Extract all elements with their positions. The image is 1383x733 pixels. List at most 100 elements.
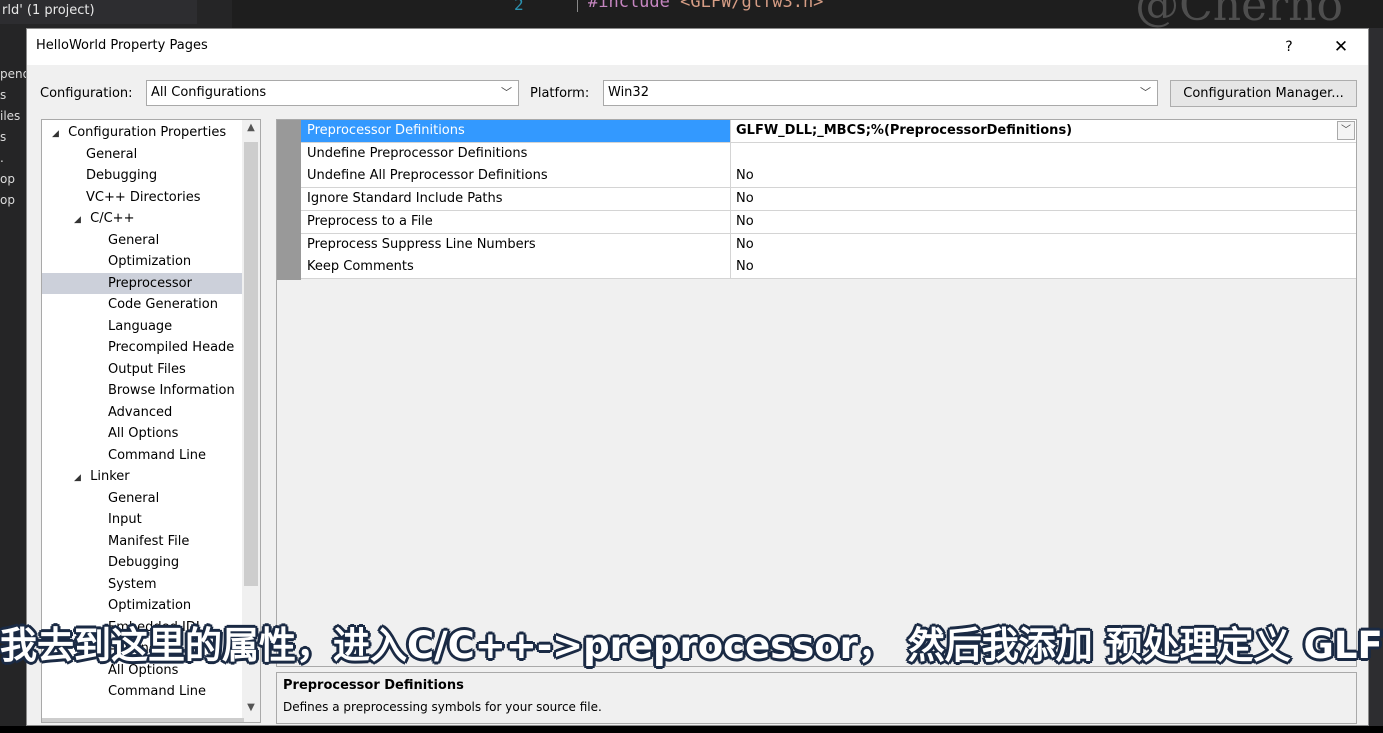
- solution-explorer-item: iles: [0, 109, 21, 123]
- scroll-down-icon[interactable]: ▼: [242, 702, 260, 713]
- tree-item-label: Preprocessor: [108, 275, 192, 291]
- channel-watermark: @Cherno: [1135, 0, 1343, 28]
- tree-item[interactable]: General: [42, 488, 260, 509]
- tree-item[interactable]: Input: [42, 509, 260, 530]
- configuration-dropdown[interactable]: All Configurations ﹀: [146, 80, 519, 106]
- property-row[interactable]: Undefine Preprocessor Definitions: [301, 142, 1356, 166]
- tree-item[interactable]: ◢ C/C++: [42, 208, 260, 229]
- tree-item[interactable]: General: [42, 230, 260, 251]
- solution-explorer-item: s: [0, 88, 7, 102]
- tree-item-label: Linker: [90, 469, 130, 484]
- platform-dropdown[interactable]: Win32 ﹀: [603, 80, 1158, 106]
- tree-item[interactable]: General: [42, 144, 260, 165]
- tree-item-label: Command Line: [108, 684, 207, 699]
- scroll-up-icon[interactable]: ▲: [242, 122, 260, 133]
- tree-item[interactable]: Language: [42, 316, 260, 337]
- tree-item[interactable]: Precompiled Heade: [42, 337, 260, 358]
- tree-item-label: Optimization: [108, 598, 192, 613]
- solution-explorer-item: s: [0, 130, 7, 144]
- tree-item[interactable]: Optimization: [42, 251, 260, 272]
- tree-horizontal-scrollbar[interactable]: [42, 718, 244, 722]
- tree-item-label: General: [108, 232, 160, 248]
- expand-arrow-icon[interactable]: ◢: [74, 468, 86, 487]
- tree-item[interactable]: Advanced: [42, 402, 260, 423]
- tree-item-label: General: [108, 490, 160, 506]
- solution-explorer-label: rld' (1 project): [0, 0, 197, 24]
- tree-item[interactable]: Code Generation: [42, 294, 260, 315]
- description-panel: Preprocessor Definitions Defines a prepr…: [276, 672, 1357, 724]
- platform-label: Platform:: [530, 86, 590, 101]
- platform-value: Win32: [608, 85, 649, 100]
- property-value[interactable]: No: [731, 165, 1356, 187]
- tree-item[interactable]: Manifest File: [42, 531, 260, 552]
- tree-item-label: Debugging: [86, 168, 158, 183]
- tree-item-label: System: [108, 576, 157, 592]
- tree-item-label: Input: [108, 512, 142, 527]
- chevron-down-icon: ﹀: [1140, 86, 1151, 99]
- video-bottom-bar: [0, 726, 1383, 733]
- tree-item[interactable]: Browse Information: [42, 380, 260, 401]
- line-number: 2: [514, 0, 524, 14]
- tree-item-label: Precompiled Heade: [108, 340, 235, 355]
- property-name: Preprocess Suppress Line Numbers: [301, 233, 731, 256]
- tree-item-label: Manifest File: [108, 533, 190, 549]
- tree-item[interactable]: System: [42, 574, 260, 595]
- property-name: Preprocess to a File: [301, 210, 731, 233]
- tree-item[interactable]: ◢ Linker: [42, 466, 260, 487]
- tree-item-label: Language: [108, 318, 173, 334]
- property-row[interactable]: Preprocessor Definitions GLFW_DLL;_MBCS;%…: [301, 120, 1356, 143]
- property-name: Undefine All Preprocessor Definitions: [301, 165, 731, 188]
- tree-item-label: Command Line: [108, 447, 207, 463]
- tree-item[interactable]: Optimization: [42, 595, 260, 616]
- tree-item[interactable]: VC++ Directories: [42, 187, 260, 208]
- tree-item-label: Output Files: [108, 361, 186, 377]
- expand-arrow-icon[interactable]: ◢: [74, 210, 86, 229]
- tree-item-label: C/C++: [90, 211, 135, 226]
- tree-item-label: Configuration Properties: [68, 125, 227, 140]
- tree-item[interactable]: ◢ Configuration Properties: [42, 122, 250, 143]
- tree-item[interactable]: Output Files: [42, 359, 260, 380]
- property-row[interactable]: Preprocess to a File No: [301, 210, 1356, 234]
- property-value[interactable]: No: [731, 256, 1356, 278]
- tree-item-label: Optimization: [108, 254, 192, 269]
- tree-item-label: Debugging: [108, 555, 180, 570]
- description-title: Preprocessor Definitions: [283, 678, 464, 693]
- tree-scroll-thumb[interactable]: [244, 142, 258, 586]
- tree-item-label: Code Generation: [108, 297, 218, 312]
- tree-item-label: Browse Information: [108, 383, 235, 398]
- chevron-down-icon[interactable]: ﹀: [1337, 121, 1355, 140]
- property-name: Preprocessor Definitions: [301, 120, 731, 142]
- property-row[interactable]: Preprocess Suppress Line Numbers No: [301, 233, 1356, 257]
- property-name: Keep Comments: [301, 256, 731, 279]
- code-keyword: #include: [588, 0, 670, 12]
- code-line: #include <GLFW/glfw3.h>: [577, 0, 823, 12]
- property-value[interactable]: No: [731, 234, 1356, 256]
- configuration-manager-button[interactable]: Configuration Manager...: [1170, 80, 1357, 107]
- dialog-title: HelloWorld Property Pages: [36, 38, 208, 53]
- close-button[interactable]: ✕: [1329, 35, 1353, 59]
- property-value[interactable]: GLFW_DLL;_MBCS;%(PreprocessorDefinitions…: [731, 120, 1356, 142]
- video-subtitle: 我去到这里的属性，进入C/C++->preprocessor， 然后我添加 预处…: [0, 624, 1383, 667]
- chevron-down-icon: ﹀: [501, 86, 512, 99]
- property-name: Ignore Standard Include Paths: [301, 188, 731, 211]
- tree-item[interactable]: All Options: [42, 423, 260, 444]
- dialog-titlebar: HelloWorld Property Pages ? ✕: [27, 29, 1368, 65]
- solution-explorer-item: op: [0, 193, 15, 207]
- property-name: Undefine Preprocessor Definitions: [301, 142, 731, 165]
- property-value[interactable]: No: [731, 188, 1356, 210]
- configuration-label: Configuration:: [40, 86, 133, 101]
- property-row[interactable]: Keep Comments No: [301, 256, 1356, 280]
- tree-item[interactable]: Preprocessor: [42, 272, 260, 294]
- tree-item[interactable]: Command Line: [42, 445, 260, 466]
- property-grid: Preprocessor Definitions GLFW_DLL;_MBCS;%…: [276, 119, 1357, 667]
- tree-item[interactable]: Debugging: [42, 552, 260, 573]
- expand-arrow-icon[interactable]: ◢: [52, 124, 64, 143]
- tree-item-label: General: [86, 146, 138, 162]
- property-row[interactable]: Undefine All Preprocessor Definitions No: [301, 165, 1356, 189]
- property-row[interactable]: Ignore Standard Include Paths No: [301, 188, 1356, 212]
- tree-item[interactable]: Debugging: [42, 165, 260, 186]
- help-button[interactable]: ?: [1277, 35, 1301, 59]
- property-value[interactable]: No: [731, 211, 1356, 233]
- tree-item[interactable]: Command Line: [42, 681, 260, 702]
- property-value[interactable]: [731, 143, 1356, 165]
